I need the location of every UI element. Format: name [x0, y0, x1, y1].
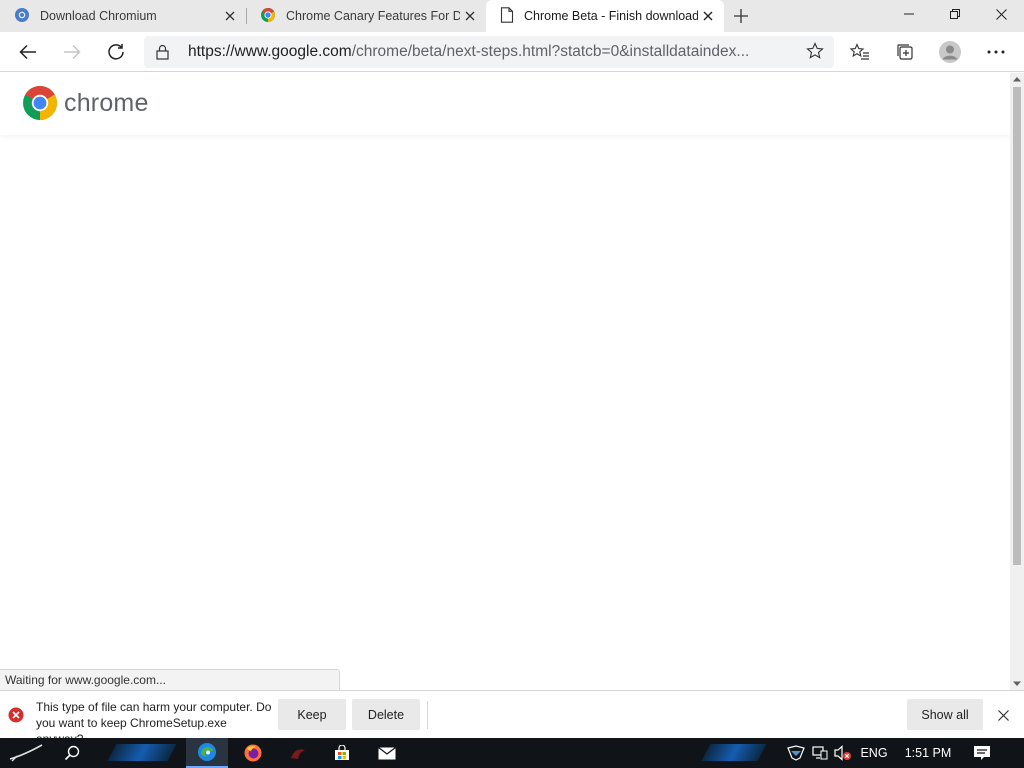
page-favicon-icon [500, 6, 514, 26]
reload-icon [108, 44, 124, 60]
chrome-favicon-icon [260, 7, 276, 26]
url-text[interactable]: https://www.google.com/chrome/beta/next-… [188, 36, 788, 68]
firefox-icon [244, 744, 262, 762]
security-tray-icon[interactable] [782, 738, 810, 768]
tab-download-chromium[interactable]: Download Chromium [0, 0, 247, 32]
scroll-up-icon [1013, 77, 1021, 82]
taskbar-decoration [701, 744, 767, 761]
favorite-star-icon[interactable] [806, 42, 824, 63]
tab-title: Chrome Beta - Finish downloadi [524, 9, 698, 23]
taskbar-decoration [107, 744, 177, 761]
taskbar-app-button[interactable] [284, 738, 312, 768]
close-icon [995, 8, 1007, 20]
taskbar-mail-button[interactable] [372, 738, 402, 768]
tab-title: Chrome Canary Features For De [286, 9, 460, 23]
volume-muted-icon[interactable] [832, 738, 854, 768]
avatar-icon [939, 41, 961, 63]
lock-icon[interactable] [156, 44, 169, 63]
collections-icon [897, 44, 913, 60]
tab-title: Download Chromium [40, 9, 157, 23]
taskbar-store-button[interactable] [328, 738, 356, 768]
windows-taskbar: ENG 1:51 PM [0, 738, 1024, 768]
search-button[interactable] [56, 738, 88, 768]
close-window-button[interactable] [978, 0, 1024, 28]
chromium-favicon-icon [14, 7, 30, 26]
url-host: https://www.google.com [188, 43, 352, 60]
forward-button[interactable] [56, 36, 88, 68]
settings-menu-button[interactable] [980, 36, 1012, 68]
new-tab-button[interactable] [730, 6, 752, 26]
chrome-logo-icon [23, 86, 57, 120]
notification-icon [974, 746, 990, 760]
action-center-button[interactable] [968, 738, 996, 768]
plus-icon [734, 9, 748, 23]
profile-button[interactable] [934, 36, 966, 68]
url-path: /chrome/beta/next-steps.html?statcb=0&in… [351, 43, 750, 60]
edge-browser-icon [198, 743, 216, 761]
page-scrollbar[interactable] [1010, 73, 1024, 690]
site-header: chrome [0, 73, 1010, 135]
forward-arrow-icon [64, 44, 81, 60]
scrollbar-thumb[interactable] [1013, 87, 1021, 565]
keep-button[interactable]: Keep [278, 699, 346, 730]
taskbar-firefox-button[interactable] [238, 738, 268, 768]
start-button[interactable] [6, 738, 46, 768]
tab-chrome-beta[interactable]: Chrome Beta - Finish downloadi [486, 0, 724, 32]
back-arrow-icon [19, 44, 36, 60]
network-icon[interactable] [810, 738, 830, 768]
tab-strip: Download Chromium Chrome Canary Features… [0, 0, 1024, 32]
mail-icon [378, 746, 396, 759]
close-download-shelf-button[interactable] [992, 704, 1014, 726]
chrome-logo[interactable]: chrome [22, 85, 149, 121]
download-shelf: This type of file can harm your computer… [0, 690, 1024, 746]
language-indicator[interactable]: ENG [856, 738, 892, 768]
tab-chrome-canary[interactable]: Chrome Canary Features For De [246, 0, 487, 32]
browser-toolbar: https://www.google.com/chrome/beta/next-… [0, 32, 1024, 72]
reload-button[interactable] [100, 36, 132, 68]
app-icon [291, 749, 305, 759]
address-bar[interactable]: https://www.google.com/chrome/beta/next-… [144, 36, 834, 68]
minimize-button[interactable] [886, 0, 932, 28]
taskbar-edge-button[interactable] [186, 738, 228, 768]
show-all-button[interactable]: Show all [907, 699, 983, 730]
tab-close-icon[interactable] [220, 6, 240, 26]
minimize-icon [904, 13, 914, 15]
page-content: chrome [0, 73, 1010, 690]
status-bubble: Waiting for www.google.com... [0, 669, 340, 690]
tab-close-icon[interactable] [698, 6, 718, 26]
delete-button[interactable]: Delete [352, 699, 420, 730]
favorites-button[interactable] [844, 36, 876, 68]
close-icon [997, 709, 1009, 721]
divider [427, 701, 428, 729]
warning-icon [8, 707, 24, 726]
store-icon [335, 745, 349, 760]
search-icon [64, 745, 80, 761]
scroll-down-icon [1013, 681, 1021, 686]
favorites-list-icon [850, 43, 869, 60]
clock[interactable]: 1:51 PM [896, 738, 960, 768]
back-button[interactable] [12, 36, 44, 68]
collections-button[interactable] [889, 36, 921, 68]
brand-wordmark: chrome [64, 88, 149, 117]
more-dots-icon [987, 50, 1005, 54]
restore-button[interactable] [932, 0, 978, 28]
start-swoosh-icon [9, 744, 43, 762]
restore-icon [950, 9, 960, 19]
tab-close-icon[interactable] [460, 6, 480, 26]
